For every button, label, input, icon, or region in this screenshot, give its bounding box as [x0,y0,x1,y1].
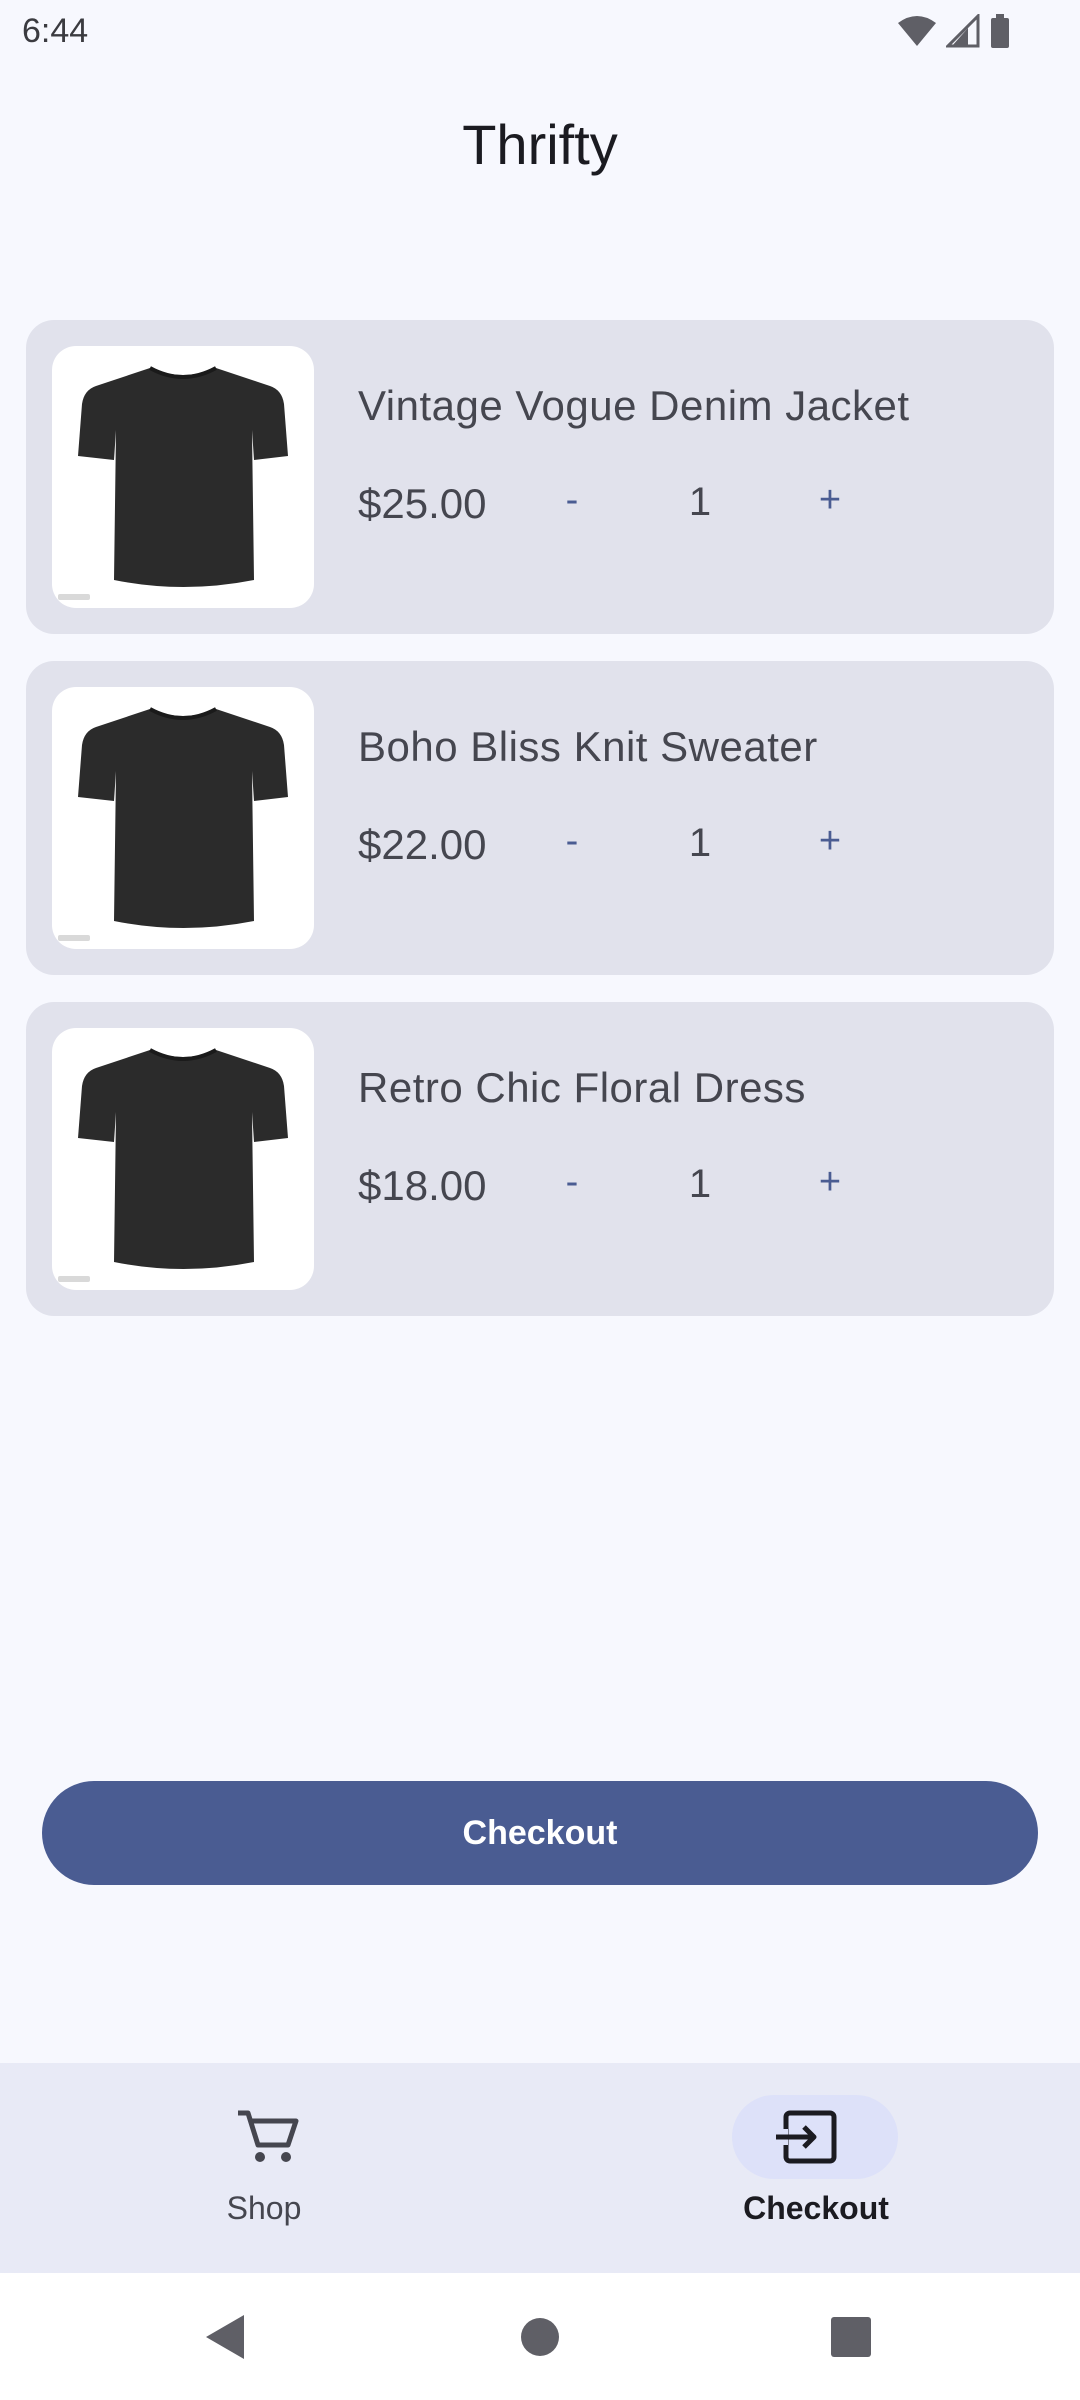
image-watermark [58,1276,90,1282]
bottom-navigation: Shop Checkout [0,2063,1080,2273]
battery-icon [991,14,1009,48]
back-icon[interactable] [204,2313,248,2361]
cart-icon [238,2110,299,2162]
increase-quantity-button[interactable]: + [802,1152,858,1212]
recents-icon[interactable] [830,2313,872,2361]
item-price: $22.00 [358,821,487,868]
quantity-value: 1 [688,480,712,524]
decrease-quantity-button[interactable]: - [544,1152,600,1212]
tshirt-image [78,707,288,928]
exit-to-app-icon [776,2110,837,2164]
cart-item: Boho Bliss Knit Sweater $22.00 - 1 + [26,661,1054,975]
image-watermark [58,935,90,941]
cart-item: Retro Chic Floral Dress $18.00 - 1 + [26,1002,1054,1316]
page-title: Thrifty [462,113,618,176]
checkout-button[interactable]: Checkout [42,1781,1038,1885]
status-time: 6:44 [22,12,89,50]
image-watermark [58,594,90,600]
status-icons [898,14,1010,48]
product-image [52,687,314,949]
checkout-button-label: Checkout [462,1813,618,1852]
increase-quantity-button[interactable]: + [802,811,858,871]
item-price: $18.00 [358,1162,487,1209]
status-bar: 6:44 [0,0,1080,64]
product-image [52,346,314,608]
nav-label: Shop [226,2190,302,2226]
system-navigation-bar [0,2273,1080,2400]
nav-item-checkout[interactable]: Checkout [540,2063,1080,2273]
tshirt-image [78,366,288,587]
quantity-value: 1 [688,1162,712,1206]
decrease-quantity-button[interactable]: - [544,811,600,871]
item-price: $25.00 [358,480,487,527]
tshirt-image [78,1048,288,1269]
home-icon[interactable] [520,2313,560,2361]
item-name: Retro Chic Floral Dress [358,1064,806,1111]
nav-item-shop[interactable]: Shop [0,2063,540,2273]
item-name: Boho Bliss Knit Sweater [358,723,818,770]
item-name: Vintage Vogue Denim Jacket [358,382,910,429]
cart-list: Vintage Vogue Denim Jacket $25.00 - 1 + … [26,320,1054,1343]
signal-icon [946,14,980,48]
cart-item: Vintage Vogue Denim Jacket $25.00 - 1 + [26,320,1054,634]
decrease-quantity-button[interactable]: - [544,470,600,530]
quantity-value: 1 [688,821,712,865]
increase-quantity-button[interactable]: + [802,470,858,530]
nav-label: Checkout [743,2190,889,2226]
product-image [52,1028,314,1290]
wifi-icon [898,16,936,46]
